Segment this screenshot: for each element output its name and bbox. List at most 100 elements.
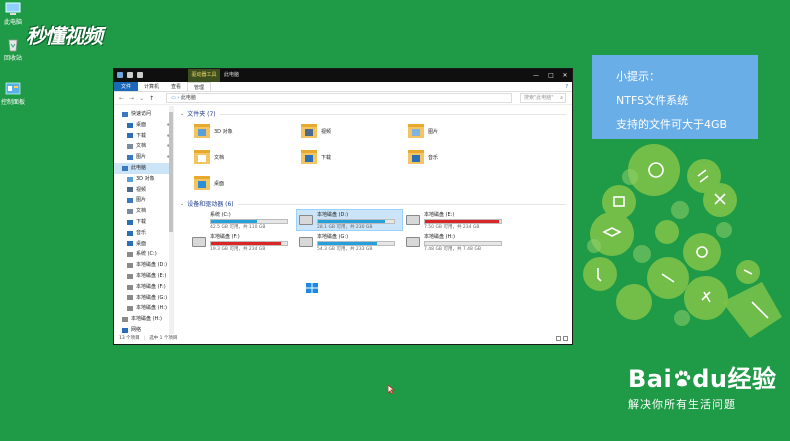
properties-icon[interactable] xyxy=(127,72,133,78)
tab-view[interactable]: 查看 xyxy=(165,82,187,91)
sidebar-item-label: 视频 xyxy=(136,186,147,193)
drives-group-header[interactable]: ⌄ 设备和驱动器 (6) xyxy=(180,199,566,210)
sidebar-item[interactable]: 本地磁盘 (H:) xyxy=(114,303,173,314)
sidebar-item[interactable]: 下载✱ xyxy=(114,131,173,142)
picture-icon xyxy=(412,129,420,136)
sidebar-item[interactable]: 3D 对象 xyxy=(114,174,173,185)
lightbulb-decoration xyxy=(583,144,782,338)
folders-group-header[interactable]: ⌄ 文件夹 (7) xyxy=(180,109,566,120)
desktop-icon xyxy=(127,122,133,128)
sidebar-item[interactable]: 本地磁盘 (D:) xyxy=(114,260,173,271)
recent-chevron-icon[interactable]: ⌄ xyxy=(139,95,144,102)
folder-icon xyxy=(194,176,210,190)
sidebar-item[interactable]: 本地磁盘 (F:) xyxy=(114,282,173,293)
folders-grid: 3D 对象 视频 图片文档 下载 音乐桌面 xyxy=(180,120,566,194)
sidebar-item[interactable]: 文档✱ xyxy=(114,141,173,152)
sidebar-item-label: 系统 (C:) xyxy=(136,251,157,258)
sidebar-item[interactable]: 文档 xyxy=(114,206,173,217)
tip-title: 小提示： xyxy=(616,70,660,83)
help-icon[interactable]: ? xyxy=(565,82,568,92)
sidebar-item[interactable]: 音乐 xyxy=(114,228,173,239)
sidebar-item-label: 下载 xyxy=(136,218,147,225)
folder-item[interactable]: 图片 xyxy=(408,120,515,142)
drive-item[interactable]: 本地磁盘 (G:) 54.3 GB 可用，共 233 GB xyxy=(297,232,402,252)
sidebar-item[interactable]: 本地磁盘 (G:) xyxy=(114,293,173,304)
drive-item[interactable]: 本地磁盘 (E:) 7.50 GB 可用，共 234 GB xyxy=(404,210,509,230)
new-folder-icon[interactable] xyxy=(137,72,143,78)
sidebar-item[interactable]: 图片 xyxy=(114,195,173,206)
explorer-body: 快速访问桌面✱下载✱文档✱图片✱此电脑3D 对象视频图片文档下载音乐桌面系统 (… xyxy=(114,106,572,334)
cube-icon xyxy=(127,176,133,182)
folder-item[interactable]: 3D 对象 xyxy=(194,120,301,142)
drive-size-text: 42.5 GB 可用，共 110 GB xyxy=(210,225,266,230)
drive-item[interactable]: 本地磁盘 (F:) 19.3 GB 可用，共 234 GB xyxy=(190,232,295,252)
tab-manage[interactable]: 管理 xyxy=(187,82,212,91)
baidu-paw-icon xyxy=(675,370,691,387)
sidebar-item[interactable]: 此电脑 xyxy=(114,162,173,174)
navigation-scrollbar[interactable] xyxy=(169,106,173,334)
sidebar-item[interactable]: 图片✱ xyxy=(114,152,173,163)
folder-icon xyxy=(408,150,424,164)
network-icon xyxy=(122,327,128,333)
quick-access-toolbar xyxy=(117,72,143,78)
drive-size-text: 54.3 GB 可用，共 233 GB xyxy=(317,247,373,252)
sidebar-item-label: 本地磁盘 (E:) xyxy=(136,272,167,279)
drive-usage-bar xyxy=(424,241,502,246)
folder-item[interactable]: 文档 xyxy=(194,146,301,168)
sidebar-item-label: 本地磁盘 (F:) xyxy=(136,283,166,290)
tab-file[interactable]: 文件 xyxy=(114,82,138,91)
tiles-view-icon[interactable] xyxy=(563,336,568,341)
sidebar-item[interactable]: 快速访问 xyxy=(114,109,173,120)
explorer-icon xyxy=(117,72,123,78)
title-bar[interactable]: 驱动器工具 此电脑 — □ ✕ xyxy=(114,69,572,82)
drive-usage-bar xyxy=(210,241,288,246)
folder-icon xyxy=(301,150,317,164)
search-icon: ⌕ xyxy=(560,95,563,101)
desktop-icon-control-panel[interactable]: 控制面板 xyxy=(0,82,26,106)
folder-icon xyxy=(194,124,210,138)
desktop-icon-recycle-bin[interactable]: 回收站 xyxy=(0,38,26,62)
drive-item[interactable]: 本地磁盘 (H:) 7.48 GB 可用，共 7.48 GB xyxy=(404,232,509,252)
back-arrow-icon[interactable]: ← xyxy=(119,95,124,102)
file-explorer-window: 驱动器工具 此电脑 — □ ✕ 文件 计算机 查看 管理 ? ← → ⌄ ↑ ▭… xyxy=(113,68,573,345)
close-button[interactable]: ✕ xyxy=(559,69,571,82)
drive-icon xyxy=(406,215,420,225)
sidebar-item[interactable]: 下载 xyxy=(114,217,173,228)
folder-item[interactable]: 音乐 xyxy=(408,146,515,168)
folder-item[interactable]: 桌面 xyxy=(194,172,301,194)
scrollbar-thumb[interactable] xyxy=(169,112,173,232)
maximize-button[interactable]: □ xyxy=(545,69,557,82)
drive-item[interactable]: 系统 (C:) 42.5 GB 可用，共 110 GB xyxy=(190,210,318,293)
sidebar-item[interactable]: 系统 (C:) xyxy=(114,249,173,260)
sidebar-item[interactable]: 桌面✱ xyxy=(114,120,173,131)
sidebar-item-label: 本地磁盘 (G:) xyxy=(136,294,168,301)
sidebar-item[interactable]: 本地磁盘 (E:) xyxy=(114,271,173,282)
details-view-icon[interactable] xyxy=(556,336,561,341)
collapse-chevron-icon[interactable]: ⌄ xyxy=(180,199,184,210)
up-arrow-icon[interactable]: ↑ xyxy=(149,95,154,102)
drive-tools-context-tab[interactable]: 驱动器工具 xyxy=(188,69,220,82)
forward-arrow-icon[interactable]: → xyxy=(129,95,134,102)
search-input[interactable]: 搜索"此电脑" ⌕ xyxy=(520,93,566,103)
collapse-chevron-icon[interactable]: ⌄ xyxy=(180,109,184,120)
folder-label: 3D 对象 xyxy=(214,128,233,135)
drive-usage-bar xyxy=(317,219,395,224)
sidebar-item-label: 图片 xyxy=(136,197,147,204)
drive-item[interactable]: 本地磁盘 (D:) 28.1 GB 可用，共 230 GB xyxy=(296,209,403,231)
minimize-button[interactable]: — xyxy=(530,69,542,82)
address-bar[interactable]: ▭ › 此电脑 xyxy=(166,93,512,103)
folder-label: 视频 xyxy=(321,128,332,135)
drive-usage-fill xyxy=(425,220,499,223)
tab-computer[interactable]: 计算机 xyxy=(138,82,165,91)
folder-item[interactable]: 视频 xyxy=(301,120,408,142)
desktop-icon-this-pc[interactable]: 此电脑 xyxy=(0,2,26,26)
group-divider xyxy=(237,204,566,205)
music-icon xyxy=(412,155,420,162)
sidebar-item[interactable]: 桌面 xyxy=(114,239,173,250)
sidebar-item[interactable]: 本地磁盘 (H:) xyxy=(114,314,173,325)
folder-label: 文档 xyxy=(214,154,225,161)
folder-item[interactable]: 下载 xyxy=(301,146,408,168)
sidebar-item[interactable]: 视频 xyxy=(114,185,173,196)
navigation-pane: 快速访问桌面✱下载✱文档✱图片✱此电脑3D 对象视频图片文档下载音乐桌面系统 (… xyxy=(114,106,174,334)
drive-icon xyxy=(299,237,313,247)
